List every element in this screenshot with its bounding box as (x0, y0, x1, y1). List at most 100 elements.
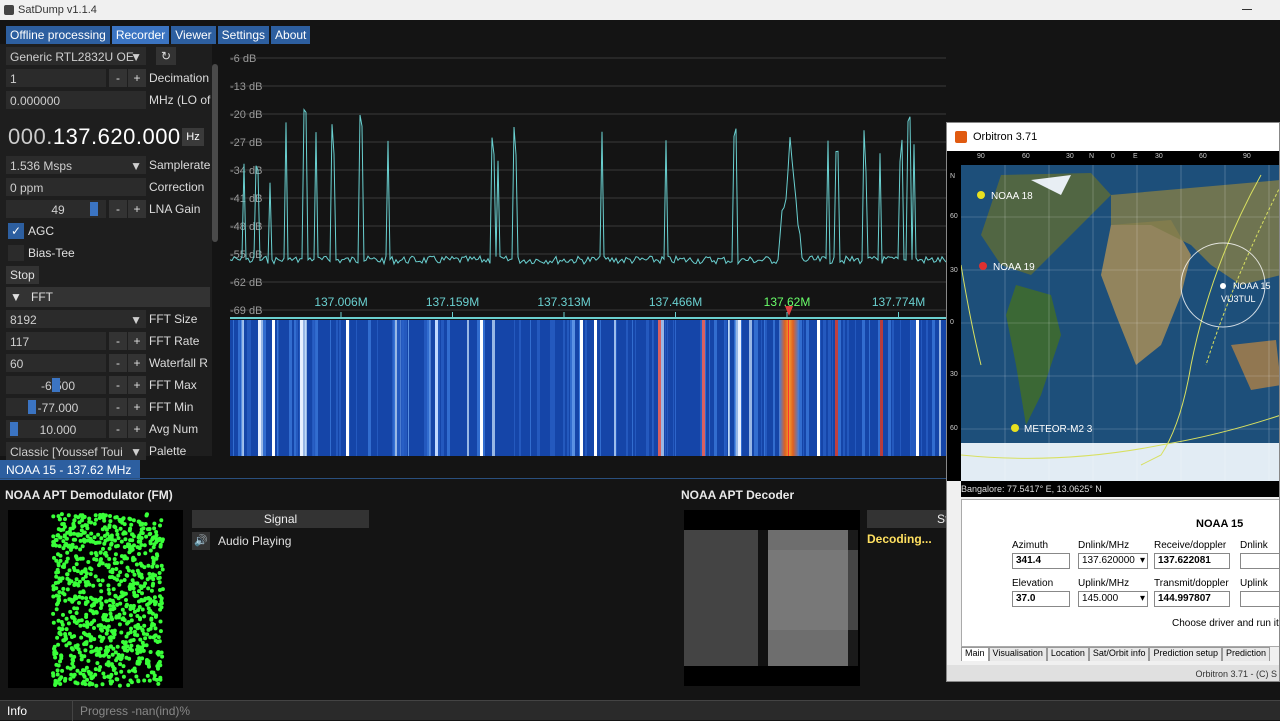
minimize-icon[interactable] (1242, 9, 1252, 10)
avg-num-plus-button[interactable]: + (128, 420, 146, 438)
constellation-point (133, 632, 137, 637)
correction-input[interactable]: 0 ppm (6, 178, 146, 196)
constellation-point (90, 603, 95, 608)
orbitron-tab-sat-orbit-info[interactable]: Sat/Orbit info (1088, 647, 1150, 661)
constellation-point (89, 649, 94, 654)
fft-min-slider[interactable]: -77.000 (6, 398, 106, 416)
noaa19-marker[interactable] (979, 262, 987, 270)
fft-max-slider-handle[interactable] (52, 378, 60, 392)
fft-spectrum-plot[interactable]: -6 dB-13 dB-20 dB-27 dB-34 dB-41 dB-48 d… (229, 44, 947, 320)
fft-min-minus-button[interactable]: - (109, 398, 127, 416)
fft-spectrum-panel[interactable]: -6 dB -13 dB -20 dB -27 dB -34 dB -41 dB -48 d… (229, 44, 947, 320)
uplink-mode-field[interactable] (1240, 591, 1279, 607)
decimation-input[interactable]: 1 (6, 69, 106, 87)
constellation-point (123, 591, 128, 596)
bias-tee-checkbox[interactable] (8, 245, 24, 261)
fft-size-select[interactable]: 8192 ▼ (6, 310, 146, 328)
device-select[interactable]: Generic RTL2832U OE ▼ (6, 47, 146, 65)
constellation-point (117, 582, 122, 587)
waterfall-streak (764, 320, 765, 456)
constellation-point (151, 577, 156, 582)
fft-max-slider[interactable]: -6.500 (6, 376, 106, 394)
constellation-point (113, 552, 118, 557)
constellation-point (127, 669, 132, 674)
fft-rate-input[interactable]: 117 (6, 332, 106, 350)
fft-rate-plus-button[interactable]: + (128, 332, 146, 350)
orbitron-icon (955, 131, 967, 143)
waterfall-streak (296, 320, 298, 456)
constellation-point (112, 524, 117, 529)
avg-num-minus-button[interactable]: - (109, 420, 127, 438)
fft-min-slider-handle[interactable] (28, 400, 36, 414)
decimation-minus-button[interactable]: - (109, 69, 127, 87)
constellation-point (62, 565, 66, 569)
orbitron-tab-location[interactable]: Location (1046, 647, 1089, 661)
orbitron-tab-prediction-setup[interactable]: Prediction setup (1149, 647, 1222, 661)
vfo-marker-icon[interactable] (785, 306, 793, 316)
dnlink-mode-field[interactable] (1240, 553, 1279, 569)
orbitron-tab-visualisation[interactable]: Visualisation (988, 647, 1047, 661)
constellation-point (83, 648, 88, 653)
agc-checkbox[interactable]: ✓ (8, 223, 24, 239)
orbitron-titlebar[interactable]: Orbitron 3.71 (947, 123, 1279, 151)
constellation-point (114, 567, 119, 571)
waterfall-streak (728, 320, 730, 456)
refresh-icon[interactable]: ↻ (156, 47, 176, 65)
uplink-select[interactable]: 145.000 ▾ (1078, 591, 1148, 607)
waterfall-streak (803, 320, 804, 456)
waterfall-streak (600, 320, 601, 456)
tab-viewer[interactable]: Viewer (171, 26, 216, 44)
orbitron-tab-main[interactable]: Main (961, 647, 989, 661)
avg-num-slider-handle[interactable] (10, 422, 18, 436)
lna-gain-slider-handle[interactable] (90, 202, 98, 216)
waterfall-streak (927, 320, 928, 456)
azimuth-field[interactable]: 341.4 (1012, 553, 1070, 569)
decimation-plus-button[interactable]: + (128, 69, 146, 87)
stop-button[interactable]: Stop (6, 266, 39, 284)
lna-gain-plus-button[interactable]: + (128, 200, 146, 218)
waterfall-rate-minus-button[interactable]: - (109, 354, 127, 372)
noaa18-marker[interactable] (977, 191, 985, 199)
lo-offset-input[interactable]: 0.000000 (6, 91, 146, 109)
tab-about[interactable]: About (271, 26, 311, 44)
lna-gain-minus-button[interactable]: - (109, 200, 127, 218)
world-map[interactable]: NOAA 18 NOAA 19 NOAA 15 VU3TUL METEOR-M2… (961, 165, 1280, 481)
speaker-icon[interactable]: 🔊 (192, 532, 210, 550)
fft-min-plus-button[interactable]: + (128, 398, 146, 416)
elevation-field[interactable]: 37.0 (1012, 591, 1070, 607)
frequency-display[interactable]: 000.137.620.000 (8, 124, 181, 150)
vfo-tab[interactable]: NOAA 15 - 137.62 MHz (0, 460, 140, 480)
palette-select[interactable]: Classic [Youssef Toui ▼ (6, 442, 146, 460)
decoder-stop-button[interactable]: St (867, 510, 948, 528)
tab-recorder[interactable]: Recorder (111, 26, 170, 44)
waterfall-rate-plus-button[interactable]: + (128, 354, 146, 372)
waterfall-display[interactable] (230, 320, 946, 456)
frequency-unit-button[interactable]: Hz (182, 128, 204, 146)
latitude-tick: 60 (950, 425, 958, 432)
avg-num-slider[interactable]: 10.000 (6, 420, 106, 438)
samplerate-select[interactable]: 1.536 Msps ▼ (6, 156, 146, 174)
meteor-m2-3-marker[interactable] (1011, 424, 1019, 432)
waterfall-streak (900, 320, 901, 456)
orbitron-window[interactable]: Orbitron 3.71 90 60 30 N 0 E 30 60 90 N … (946, 122, 1280, 682)
fft-section-header[interactable]: ▼ FFT (6, 287, 210, 307)
noaa15-marker[interactable] (1220, 283, 1226, 289)
receive-doppler-field[interactable]: 137.622081 (1154, 553, 1230, 569)
waterfall-streak (843, 320, 845, 456)
lna-gain-slider[interactable]: 49 (6, 200, 106, 218)
constellation-point (111, 635, 116, 640)
orbitron-tab-prediction[interactable]: Prediction (1222, 647, 1271, 661)
constellation-point (112, 576, 117, 581)
tab-settings[interactable]: Settings (217, 26, 270, 44)
fft-max-plus-button[interactable]: + (128, 376, 146, 394)
fft-rate-minus-button[interactable]: - (109, 332, 127, 350)
transmit-doppler-field[interactable]: 144.997807 (1154, 591, 1230, 607)
lna-gain-value: 49 (51, 203, 65, 217)
dnlink-select[interactable]: 137.620000 ▾ (1078, 553, 1148, 569)
waterfall-rate-input[interactable]: 60 (6, 354, 106, 372)
sidebar-scrollbar[interactable] (212, 64, 218, 242)
tab-offline-processing[interactable]: Offline processing (6, 26, 110, 44)
fft-max-minus-button[interactable]: - (109, 376, 127, 394)
world-map-svg[interactable]: NOAA 18 NOAA 19 NOAA 15 VU3TUL METEOR-M2… (961, 165, 1280, 481)
constellation-point (148, 539, 153, 544)
